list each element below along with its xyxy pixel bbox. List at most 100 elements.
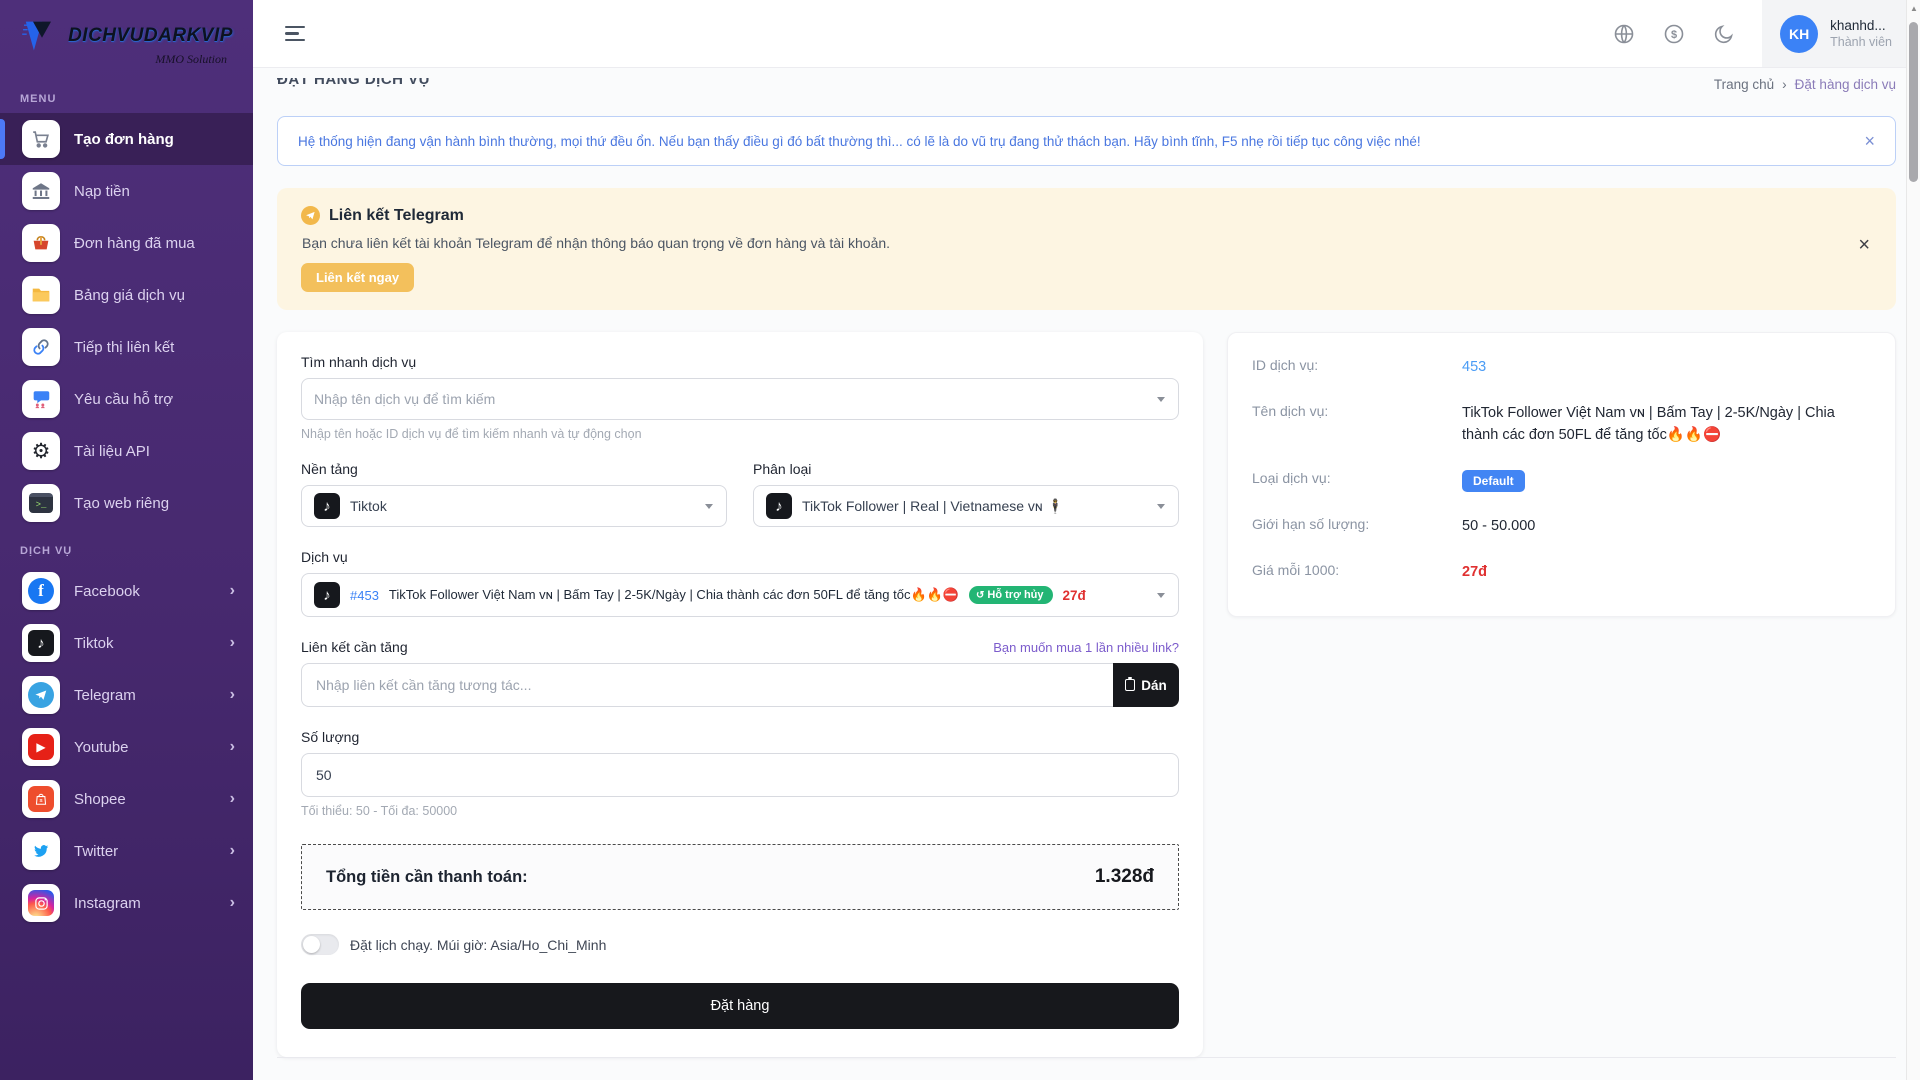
alert-text: Hệ thống hiện đang vận hành bình thường,… bbox=[298, 134, 1421, 149]
detail-price-value: 27đ bbox=[1462, 562, 1487, 584]
page-title: ĐẶT HÀNG DỊCH VỤ bbox=[277, 78, 430, 98]
system-alert: Hệ thống hiện đang vận hành bình thường,… bbox=[277, 116, 1896, 166]
breadcrumb-home[interactable]: Trang chủ bbox=[1714, 78, 1774, 92]
instagram-icon bbox=[22, 884, 60, 922]
sidebar-item-purchased-orders[interactable]: Đơn hàng đã mua bbox=[0, 217, 253, 269]
telegram-card-description: Bạn chưa liên kết tài khoản Telegram để … bbox=[302, 235, 1872, 251]
sidebar-item-api-docs[interactable]: ⚙ Tài liệu API bbox=[0, 425, 253, 477]
user-name: khanhd... bbox=[1830, 18, 1892, 33]
nt-logo-icon bbox=[20, 18, 64, 54]
chevron-right-icon: › bbox=[230, 686, 235, 704]
sidebar-item-support[interactable]: Yêu cầu hỗ trợ bbox=[0, 373, 253, 425]
sidebar-item-label: Bảng giá dịch vụ bbox=[74, 287, 185, 304]
terminal-icon: >_ bbox=[22, 484, 60, 522]
service-label: Dịch vụ bbox=[301, 549, 1179, 565]
submit-order-button[interactable]: Đặt hàng bbox=[301, 983, 1179, 1029]
avatar: KH bbox=[1780, 15, 1818, 53]
brand-tagline: MMO Solution bbox=[155, 52, 227, 67]
sidebar-item-label: Telegram bbox=[74, 687, 136, 704]
total-value: 1.328đ bbox=[1095, 866, 1154, 888]
sidebar-item-affiliate[interactable]: Tiếp thị liên kết bbox=[0, 321, 253, 373]
user-role: Thành viên bbox=[1830, 35, 1892, 49]
tiktok-icon: ♪ bbox=[314, 493, 340, 519]
brand-logo[interactable]: DICHVUDARKVIP MMO Solution bbox=[0, 0, 253, 77]
sidebar-item-label: Yêu cầu hỗ trợ bbox=[74, 391, 173, 408]
svg-text:$: $ bbox=[1671, 29, 1677, 41]
sidebar-item-label: Tiktok bbox=[74, 635, 113, 652]
sidebar-item-tiktok[interactable]: ♪ Tiktok › bbox=[0, 617, 253, 669]
sidebar-item-create-website[interactable]: >_ Tạo web riêng bbox=[0, 477, 253, 529]
category-select[interactable]: ♪ TikTok Follower | Real | Vietnamese ᴠɴ… bbox=[753, 485, 1179, 527]
user-menu[interactable]: KH khanhd... Thành viên bbox=[1762, 0, 1920, 67]
sidebar-item-instagram[interactable]: Instagram › bbox=[0, 877, 253, 929]
moon-icon[interactable] bbox=[1712, 22, 1736, 46]
tiktok-icon: ♪ bbox=[766, 493, 792, 519]
schedule-toggle[interactable] bbox=[301, 934, 339, 955]
sidebar-item-label: Youtube bbox=[74, 739, 129, 756]
sidebar-item-youtube[interactable]: ▶ Youtube › bbox=[0, 721, 253, 773]
currency-icon[interactable]: $ bbox=[1662, 22, 1686, 46]
link-label: Liên kết cần tăng bbox=[301, 639, 408, 655]
alert-close-icon[interactable]: × bbox=[1864, 132, 1875, 150]
sidebar-item-label: Shopee bbox=[74, 791, 126, 808]
platform-select[interactable]: ♪ Tiktok bbox=[301, 485, 727, 527]
chevron-down-icon bbox=[1157, 397, 1165, 402]
main-area: $ KH khanhd... Thành viên ĐẶT HÀNG DỊCH … bbox=[253, 0, 1920, 1080]
sidebar-item-label: Nạp tiền bbox=[74, 183, 130, 200]
tiktok-icon: ♪ bbox=[314, 582, 340, 608]
page-scrollbar[interactable]: ▲ bbox=[1906, 0, 1920, 1080]
telegram-warning-icon bbox=[301, 206, 320, 225]
telegram-link-button[interactable]: Liên kết ngay bbox=[301, 263, 414, 292]
menu-toggle-icon[interactable] bbox=[285, 26, 305, 42]
service-search-select[interactable]: Nhập tên dịch vụ để tìm kiếm bbox=[301, 378, 1179, 420]
detail-id-value[interactable]: 453 bbox=[1462, 357, 1486, 379]
shopee-icon: S bbox=[22, 780, 60, 818]
breadcrumb: Trang chủ › Đặt hàng dịch vụ bbox=[1714, 78, 1896, 98]
quantity-helper: Tối thiểu: 50 - Tối đa: 50000 bbox=[301, 804, 1179, 818]
order-form-card: Tìm nhanh dịch vụ Nhập tên dịch vụ để tì… bbox=[277, 332, 1203, 1057]
cancel-support-badge: Hỗ trợ hủy bbox=[969, 586, 1053, 604]
sidebar-item-deposit[interactable]: Nạp tiền bbox=[0, 165, 253, 217]
sidebar-item-label: Instagram bbox=[74, 895, 141, 912]
globe-icon[interactable] bbox=[1612, 22, 1636, 46]
sidebar-item-label: Tạo đơn hàng bbox=[74, 131, 174, 148]
service-select[interactable]: ♪ #453 TikTok Follower Việt Nam ᴠɴ | Bấm… bbox=[301, 573, 1179, 617]
sidebar-item-price-list[interactable]: Bảng giá dịch vụ bbox=[0, 269, 253, 321]
platform-value: Tiktok bbox=[350, 498, 387, 514]
scrollbar-thumb[interactable] bbox=[1909, 22, 1918, 182]
multi-link-hint[interactable]: Bạn muốn mua 1 lần nhiều link? bbox=[993, 640, 1179, 655]
service-price: 27đ bbox=[1063, 588, 1086, 603]
detail-name-value: TikTok Follower Việt Nam ᴠɴ | Bấm Tay | … bbox=[1462, 403, 1871, 447]
sidebar-item-label: Tạo web riêng bbox=[74, 495, 169, 512]
facebook-icon: f bbox=[22, 572, 60, 610]
support-icon bbox=[22, 380, 60, 418]
sidebar-item-label: Tài liệu API bbox=[74, 443, 150, 460]
search-helper: Nhập tên hoặc ID dịch vụ để tìm kiếm nha… bbox=[301, 427, 1179, 441]
quantity-input[interactable] bbox=[301, 753, 1179, 797]
content-area: ĐẶT HÀNG DỊCH VỤ Trang chủ › Đặt hàng dị… bbox=[253, 68, 1920, 1080]
scroll-up-icon[interactable]: ▲ bbox=[1907, 0, 1920, 16]
service-details-card: ID dịch vụ: 453 Tên dịch vụ: TikTok Foll… bbox=[1227, 332, 1896, 617]
tiktok-icon: ♪ bbox=[22, 624, 60, 662]
detail-limit-label: Giới hạn số lượng: bbox=[1252, 516, 1462, 538]
chevron-down-icon bbox=[1157, 593, 1165, 598]
paste-button[interactable]: Dán bbox=[1113, 663, 1179, 707]
chevron-right-icon: › bbox=[230, 582, 235, 600]
sidebar-item-telegram[interactable]: Telegram › bbox=[0, 669, 253, 721]
telegram-card-close-icon[interactable]: × bbox=[1858, 234, 1870, 257]
sidebar-item-twitter[interactable]: Twitter › bbox=[0, 825, 253, 877]
detail-price-label: Giá mỗi 1000: bbox=[1252, 562, 1462, 584]
quantity-label: Số lượng bbox=[301, 729, 1179, 745]
chevron-right-icon: › bbox=[230, 634, 235, 652]
link-input[interactable] bbox=[301, 663, 1113, 707]
default-type-badge: Default bbox=[1462, 470, 1525, 492]
sidebar-item-label: Twitter bbox=[74, 843, 118, 860]
sidebar-item-facebook[interactable]: f Facebook › bbox=[0, 565, 253, 617]
telegram-card-title: Liên kết Telegram bbox=[329, 207, 464, 225]
sidebar-item-create-order[interactable]: Tạo đơn hàng bbox=[0, 113, 253, 165]
schedule-label: Đặt lịch chạy. Múi giờ: Asia/Ho_Chi_Minh bbox=[350, 937, 606, 953]
category-label: Phân loại bbox=[753, 461, 1179, 477]
sidebar-item-shopee[interactable]: S Shopee › bbox=[0, 773, 253, 825]
service-name: TikTok Follower Việt Nam ᴠɴ | Bấm Tay | … bbox=[389, 587, 959, 603]
chevron-right-icon: › bbox=[230, 790, 235, 808]
